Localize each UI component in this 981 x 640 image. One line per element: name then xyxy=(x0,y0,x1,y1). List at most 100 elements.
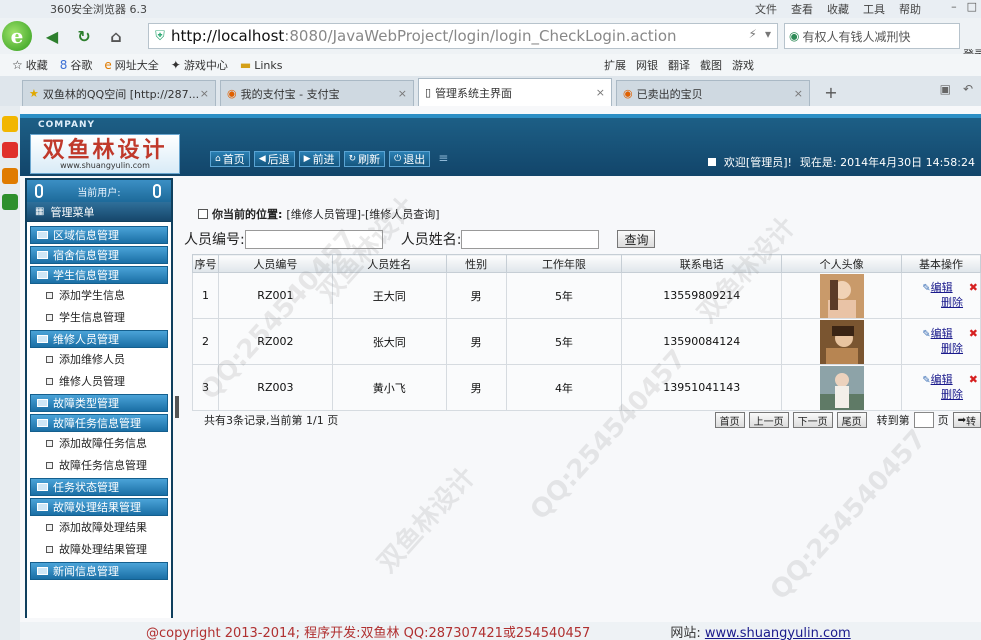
go-label: 转 xyxy=(966,416,976,428)
games-button[interactable]: 游戏 xyxy=(732,57,754,73)
edit-link[interactable]: 编辑 xyxy=(931,373,953,386)
menu-item-student-manage[interactable]: 学生信息管理 xyxy=(30,306,168,328)
first-page-button[interactable]: 首页 xyxy=(714,412,745,428)
tab-sold-items[interactable]: ◉ 已卖出的宝贝 × xyxy=(616,80,810,106)
menu-item-add-fault-result[interactable]: 添加故障处理结果 xyxy=(30,516,168,538)
search-input[interactable]: ◉ 有权人有钱人减刑快 xyxy=(784,23,960,49)
query-button[interactable]: 查询 xyxy=(617,230,656,248)
search-engine-icon: ◉ xyxy=(789,29,800,43)
menu-file[interactable]: 文件 xyxy=(755,1,777,17)
bookmark-links[interactable]: ▬ Links xyxy=(240,58,283,72)
menu-group-fault-result[interactable]: 故障处理结果管理 xyxy=(30,498,168,516)
location-icon xyxy=(198,209,208,219)
pencil-icon: ✎ xyxy=(922,329,931,340)
cell-avatar xyxy=(781,318,903,365)
bookmark-sites[interactable]: e 网址大全 xyxy=(104,57,158,73)
goto-page-input[interactable] xyxy=(913,412,934,428)
menu-item-fault-task-manage[interactable]: 故障任务信息管理 xyxy=(30,454,168,476)
menu-group-task-status[interactable]: 任务状态管理 xyxy=(30,478,168,496)
back-button[interactable]: ◀ 后退 xyxy=(253,151,295,167)
back-arrow-icon[interactable]: ◀ xyxy=(40,24,64,48)
close-icon[interactable]: × xyxy=(596,86,605,99)
prev-page-button[interactable]: 上一页 xyxy=(748,412,789,428)
menu-item-repairman-manage[interactable]: 维修人员管理 xyxy=(30,370,168,392)
menu-favorites[interactable]: 收藏 xyxy=(827,1,849,17)
refresh-button[interactable]: ↻ 刷新 xyxy=(343,151,386,167)
lightning-icon[interactable]: ⚡ xyxy=(749,27,757,41)
globe-icon: e xyxy=(104,58,112,72)
menu-item-add-repairman[interactable]: 添加维修人员 xyxy=(30,348,168,370)
tab-list-icon[interactable]: ▣ xyxy=(940,82,951,96)
staff-table: 序号 人员编号 人员姓名 性别 工作年限 联系电话 个人头像 基本操作 1 RZ… xyxy=(192,254,981,411)
new-tab-icon[interactable]: + xyxy=(820,81,842,103)
cell-avatar xyxy=(781,272,903,319)
bookmark-google[interactable]: 8 谷歌 xyxy=(60,57,93,73)
menu-group-repairman[interactable]: 维修人员管理 xyxy=(30,330,168,348)
button-label: 首页 xyxy=(222,153,245,166)
menu-tools[interactable]: 工具 xyxy=(863,1,885,17)
site-url-link[interactable]: www.shuangyulin.com xyxy=(705,626,851,640)
star-icon[interactable] xyxy=(2,116,18,132)
delete-link[interactable]: 删除 xyxy=(924,296,980,310)
go-button[interactable]: ➡ 转 xyxy=(952,412,981,428)
tab-label: 已卖出的宝贝 xyxy=(636,87,703,101)
close-icon[interactable]: × xyxy=(794,87,803,100)
screenshot-button[interactable]: 截图 xyxy=(700,57,722,73)
content-panel: 人员编号: 人员姓名: 查询 序号 人员编号 人员姓名 性别 工作年限 联系电话… xyxy=(184,224,981,564)
shield-icon: ⛨ xyxy=(155,28,165,44)
menu-group-fault-task[interactable]: 故障任务信息管理 xyxy=(30,414,168,432)
chevron-down-icon[interactable]: ▾ xyxy=(765,27,771,41)
tab-main-interface[interactable]: ▯ 管理系统主界面 × xyxy=(418,78,612,106)
delete-link[interactable]: 删除 xyxy=(924,388,980,402)
bookmark-favorites[interactable]: ☆ 收藏 xyxy=(12,57,48,73)
minimize-icon[interactable]: – xyxy=(951,0,957,13)
logout-button[interactable]: ⏻ 退出 xyxy=(389,151,431,167)
last-page-button[interactable]: 尾页 xyxy=(836,412,867,428)
menu-group-dorm[interactable]: 宿舍信息管理 xyxy=(30,246,168,264)
browser-titlebar: 360安全浏览器 6.3 文件 查看 收藏 工具 帮助 – □ xyxy=(0,0,981,18)
app-icon[interactable] xyxy=(2,194,18,210)
mail-icon[interactable] xyxy=(2,168,18,184)
menu-group-region[interactable]: 区域信息管理 xyxy=(30,226,168,244)
home-icon[interactable]: ⌂ xyxy=(104,24,128,48)
translate-button[interactable]: 翻译 xyxy=(668,57,690,73)
menu-help[interactable]: 帮助 xyxy=(899,1,921,17)
tab-alipay[interactable]: ◉ 我的支付宝 - 支付宝 × xyxy=(220,80,414,106)
menu-group-fault-type[interactable]: 故障类型管理 xyxy=(30,394,168,412)
menu-group-news[interactable]: 新闻信息管理 xyxy=(30,562,168,580)
maximize-icon[interactable]: □ xyxy=(967,0,977,13)
close-icon[interactable]: × xyxy=(398,87,407,100)
menu-item-add-fault-task[interactable]: 添加故障任务信息 xyxy=(30,432,168,454)
col-no: 序号 xyxy=(192,254,219,273)
ebank-button[interactable]: 网银 xyxy=(636,57,658,73)
menu-item-fault-result-manage[interactable]: 故障处理结果管理 xyxy=(30,538,168,560)
page-unit: 页 xyxy=(937,414,949,427)
menu-item-add-student[interactable]: 添加学生信息 xyxy=(30,284,168,306)
delete-x-icon[interactable]: ✖ xyxy=(969,373,978,387)
delete-x-icon[interactable]: ✖ xyxy=(969,281,978,295)
col-years: 工作年限 xyxy=(505,254,623,273)
next-page-button[interactable]: 下一页 xyxy=(792,412,833,428)
edit-link[interactable]: 编辑 xyxy=(931,281,953,294)
weibo-icon[interactable] xyxy=(2,142,18,158)
edit-link[interactable]: 编辑 xyxy=(931,327,953,340)
refresh-icon[interactable]: ↻ xyxy=(72,24,96,48)
home-button[interactable]: ⌂ 首页 xyxy=(210,151,250,167)
logo: 双鱼林设计 www.shuangyulin.com xyxy=(30,134,180,174)
bookmark-games[interactable]: ✦ 游戏中心 xyxy=(171,57,228,73)
close-icon[interactable]: × xyxy=(200,87,209,100)
undo-tab-icon[interactable]: ↶ xyxy=(963,82,973,96)
sidebar-splitter[interactable] xyxy=(175,396,179,418)
url-input[interactable]: ⛨ http://localhost :8080/JavaWebProject/… xyxy=(148,23,778,49)
staff-id-input[interactable] xyxy=(244,229,383,249)
extensions-button[interactable]: 扩展 xyxy=(604,57,626,73)
forward-button[interactable]: ▶ 前进 xyxy=(298,151,340,167)
menu-group-student[interactable]: 学生信息管理 xyxy=(30,266,168,284)
pencil-icon: ✎ xyxy=(922,283,931,294)
staff-name-input[interactable] xyxy=(461,229,600,249)
tab-qq-space[interactable]: ★ 双鱼林的QQ空间 [http://287... × xyxy=(22,80,216,106)
menu-view[interactable]: 查看 xyxy=(791,1,813,17)
alipay-icon: ◉ xyxy=(227,87,237,100)
delete-x-icon[interactable]: ✖ xyxy=(969,327,978,341)
delete-link[interactable]: 删除 xyxy=(924,342,980,356)
